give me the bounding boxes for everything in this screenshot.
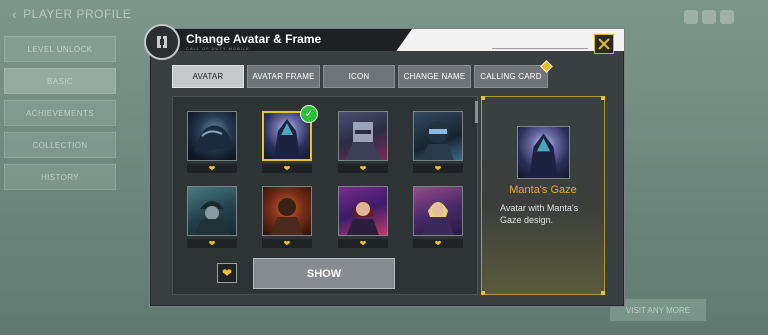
heart-icon: ❤ bbox=[283, 163, 291, 173]
bg-sidebar-item: COLLECTION bbox=[4, 132, 116, 158]
heart-icon: ❤ bbox=[208, 238, 216, 248]
avatar-cell: ❤ bbox=[413, 111, 463, 173]
avatar-cell: ❤ bbox=[187, 186, 237, 248]
profile-emblem-icon bbox=[144, 24, 180, 60]
background-top-icons bbox=[684, 10, 734, 24]
dialog-title: Change Avatar & Frame bbox=[186, 32, 322, 46]
avatar-cell: ❤ bbox=[187, 111, 237, 173]
selected-check-icon: ✓ bbox=[300, 105, 318, 123]
avatar-cell: ❤ bbox=[338, 186, 388, 248]
tab-change-name[interactable]: CHANGE NAME bbox=[398, 65, 471, 88]
heart-icon: ❤ bbox=[221, 266, 233, 280]
avatar-cell: ❤ bbox=[262, 186, 312, 248]
new-badge-icon bbox=[540, 60, 553, 73]
close-button[interactable] bbox=[594, 34, 614, 54]
close-icon bbox=[598, 38, 610, 50]
heart-icon: ❤ bbox=[359, 238, 367, 248]
currency-icon bbox=[702, 10, 716, 24]
tab-avatar[interactable]: AVATAR bbox=[172, 65, 244, 88]
background-sidebar: LEVEL UNLOCK BASIC ACHIEVEMENTS COLLECTI… bbox=[4, 36, 116, 196]
avatar-name: Manta's Gaze bbox=[509, 184, 577, 196]
avatar-cell: ❤ bbox=[413, 186, 463, 248]
heart-icon: ❤ bbox=[434, 238, 442, 248]
background-title: PLAYER PROFILE bbox=[23, 7, 132, 21]
show-button[interactable]: SHOW bbox=[253, 258, 395, 289]
avatar-thumbnail[interactable] bbox=[413, 186, 463, 236]
tab-bar: AVATAR AVATAR FRAME ICON CHANGE NAME CAL… bbox=[172, 60, 553, 88]
avatar-thumbnail[interactable] bbox=[187, 186, 237, 236]
currency-icon bbox=[684, 10, 698, 24]
avatar-thumbnail[interactable] bbox=[413, 111, 463, 161]
tab-avatar-frame[interactable]: AVATAR FRAME bbox=[247, 65, 320, 88]
avatar-description: Avatar with Manta's Gaze design. bbox=[500, 203, 579, 225]
heart-icon: ❤ bbox=[434, 163, 442, 173]
tab-calling-card-label: CALLING CARD bbox=[480, 72, 542, 81]
change-avatar-dialog: Change Avatar & Frame CALL OF DUTY MOBIL… bbox=[144, 24, 625, 307]
dialog-subtitle: CALL OF DUTY MOBILE bbox=[186, 46, 250, 51]
bg-sidebar-item: BASIC bbox=[4, 68, 116, 94]
avatar-preview bbox=[517, 126, 570, 179]
heart-icon: ❤ bbox=[359, 163, 367, 173]
back-arrow-icon: ‹ bbox=[12, 6, 18, 22]
bg-sidebar-item: HISTORY bbox=[4, 164, 116, 190]
scrollbar[interactable] bbox=[475, 101, 478, 123]
avatar-thumbnail[interactable] bbox=[262, 186, 312, 236]
bg-sidebar-item: LEVEL UNLOCK bbox=[4, 36, 116, 62]
bg-sidebar-item: ACHIEVEMENTS bbox=[4, 100, 116, 126]
avatar-detail-panel: Manta's Gaze Avatar with Manta's Gaze de… bbox=[481, 96, 605, 295]
avatar-thumbnail[interactable] bbox=[338, 111, 388, 161]
tab-calling-card[interactable]: CALLING CARD bbox=[474, 60, 553, 88]
avatar-cell: ✓ ❤ bbox=[262, 105, 318, 173]
background-header: ‹ PLAYER PROFILE bbox=[12, 6, 131, 22]
dialog-header: Change Avatar & Frame CALL OF DUTY MOBIL… bbox=[150, 29, 624, 51]
avatar-thumbnail[interactable] bbox=[338, 186, 388, 236]
tab-icon[interactable]: ICON bbox=[323, 65, 395, 88]
heart-icon: ❤ bbox=[283, 238, 291, 248]
heart-icon: ❤ bbox=[208, 163, 216, 173]
avatar-cell: ❤ bbox=[338, 111, 388, 173]
avatar-thumbnail[interactable] bbox=[187, 111, 237, 161]
favorite-filter-button[interactable]: ❤ bbox=[217, 263, 237, 283]
currency-icon bbox=[720, 10, 734, 24]
